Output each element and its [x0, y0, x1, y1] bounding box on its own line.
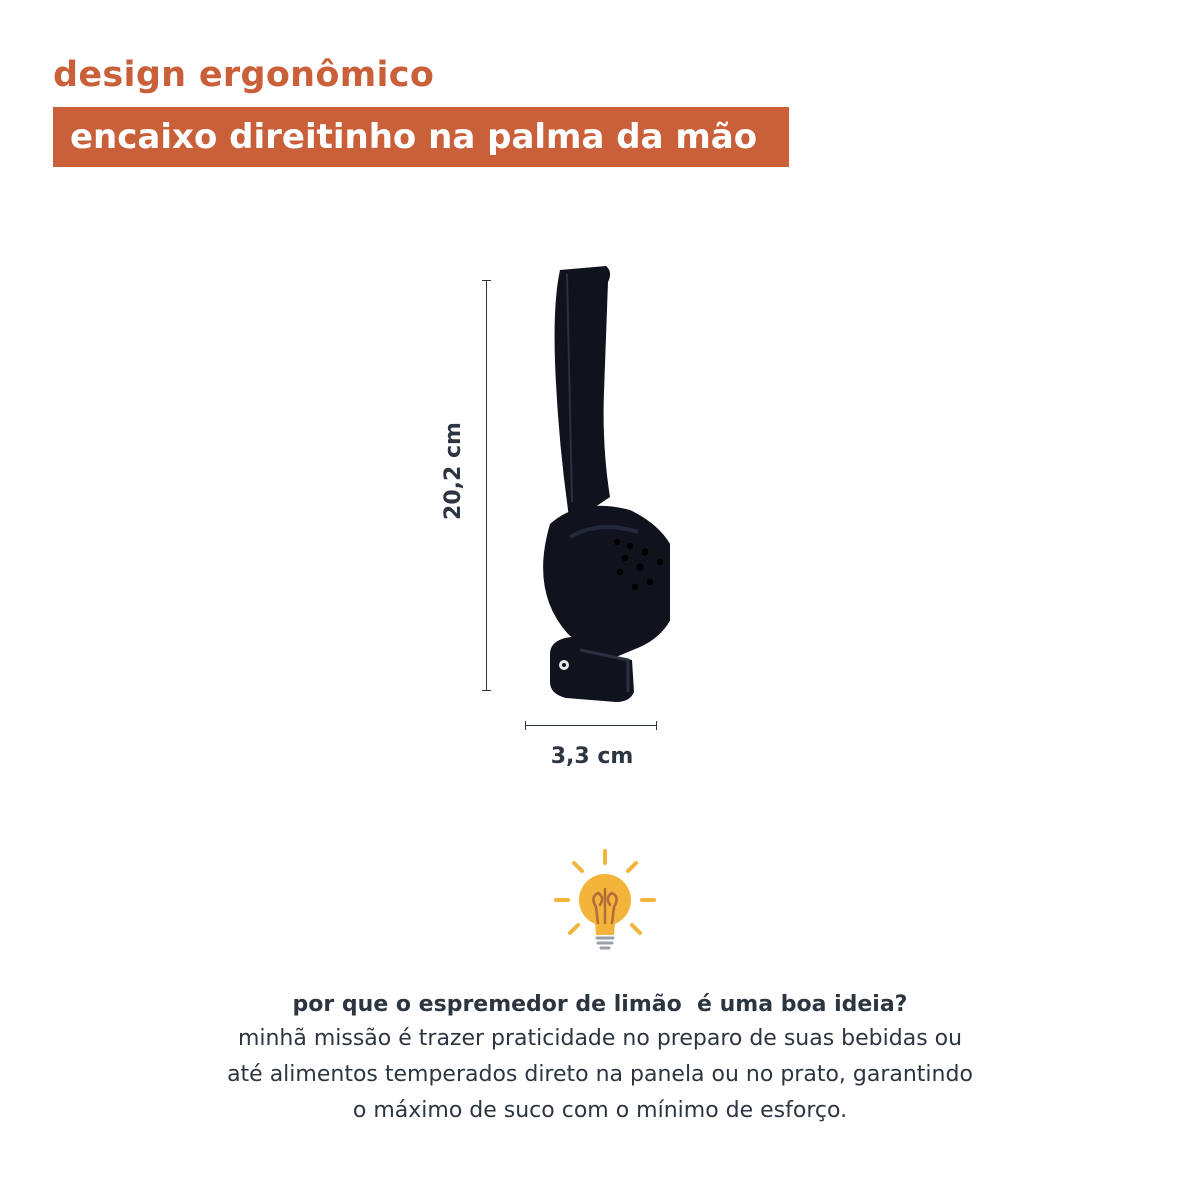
tip-question: por que o espremedor de limão é uma boa …	[292, 992, 908, 1017]
height-dimension-cap-bottom	[482, 690, 491, 691]
page-title: design ergonômico	[53, 55, 435, 95]
width-dimension-cap-right	[656, 721, 657, 730]
tip-body-line-2: até alimentos temperados direto na panel…	[227, 1062, 973, 1087]
tip-body-line-1: minhã missão é trazer praticidade no pre…	[237, 1026, 963, 1051]
width-dimension-cap-left	[525, 721, 526, 730]
height-dimension-line	[486, 280, 487, 691]
lemon-squeezer-image	[543, 266, 670, 702]
width-dimension-label: 3,3 cm	[550, 744, 634, 769]
subtitle-text: encaixo direitinho na palma da mão	[70, 117, 758, 157]
height-dimension-cap-top	[482, 280, 491, 281]
height-dimension-label: 20,2 cm	[441, 422, 466, 520]
subtitle-banner: encaixo direitinho na palma da mão	[53, 107, 789, 167]
lightbulb-icon	[554, 849, 656, 950]
tip-body-line-3: o máximo de suco com o mínimo de esforço…	[352, 1098, 848, 1123]
width-dimension-line	[525, 725, 657, 726]
